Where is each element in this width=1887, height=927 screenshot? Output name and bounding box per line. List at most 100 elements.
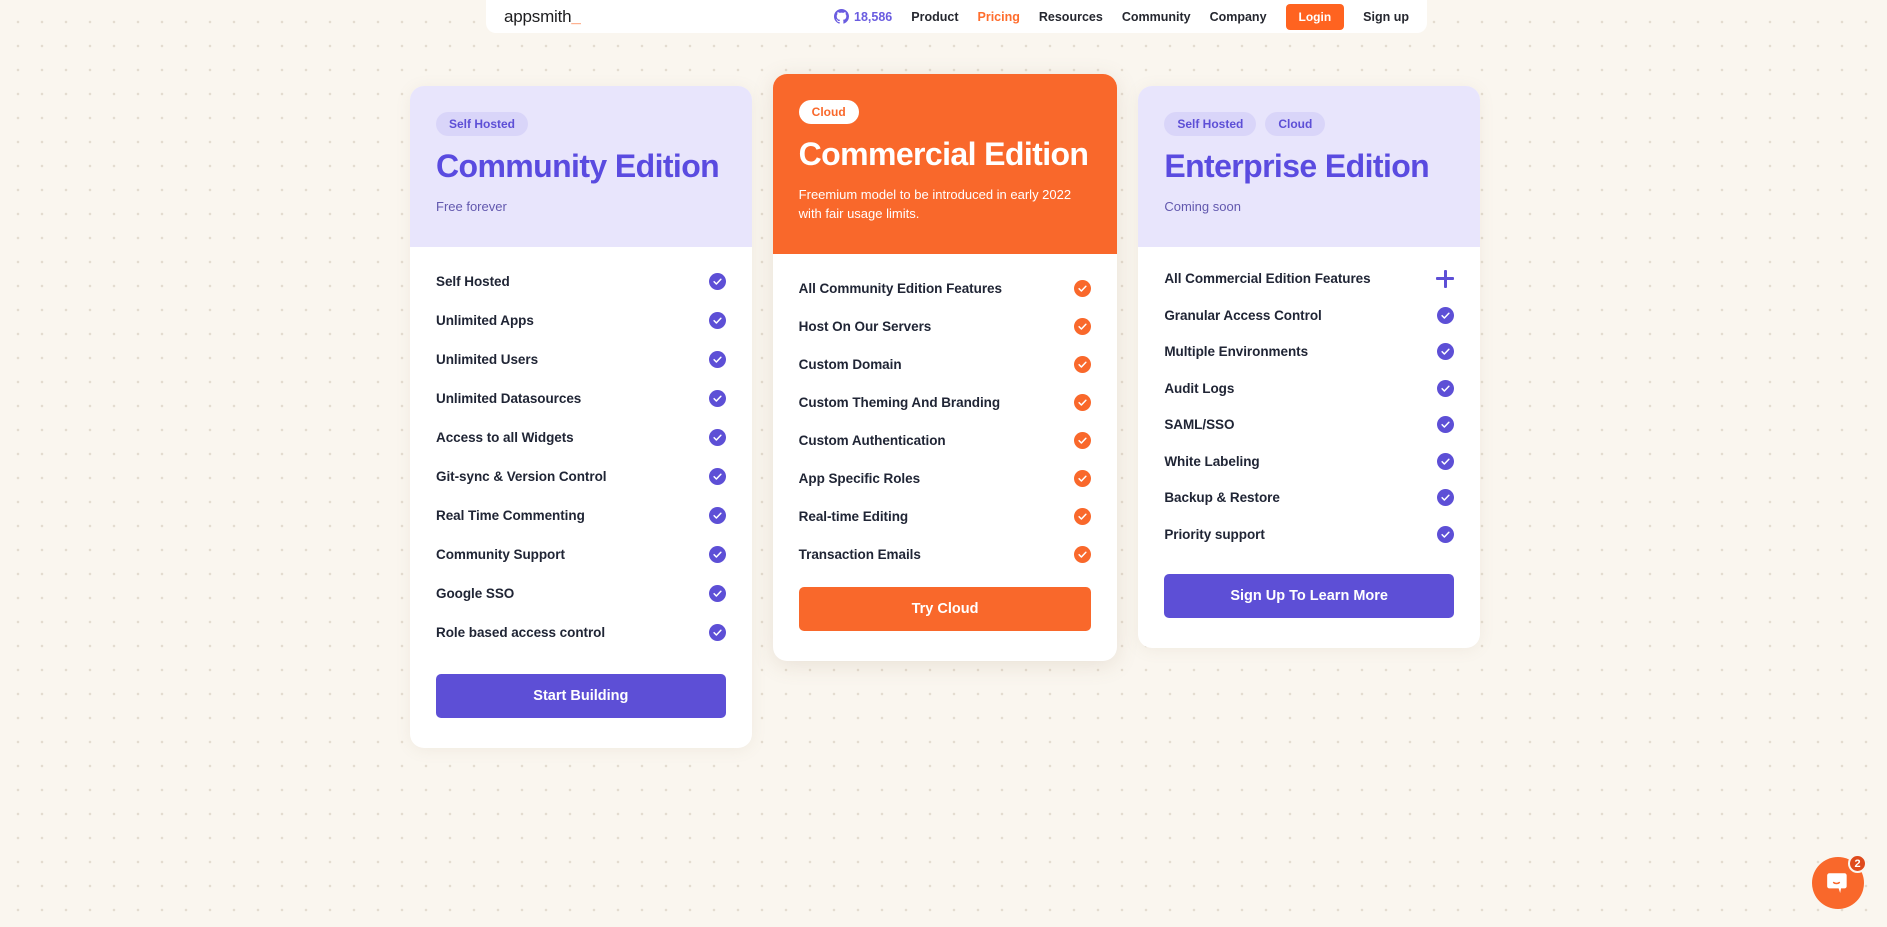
check-circle-icon [1074,470,1092,488]
feature-row: Self Hosted [436,271,726,293]
feature-label: Role based access control [436,625,606,641]
github-star-counter[interactable]: 18,586 [834,9,892,24]
feature-label: SAML/SSO [1164,417,1235,433]
feature-row: Backup & Restore [1164,487,1454,509]
check-circle-icon [1437,379,1454,397]
feature-row: SAML/SSO [1164,414,1454,436]
plan-header-commercial: Cloud Commercial Edition Freemium model … [772,74,1118,254]
plan-badges-enterprise: Self Hosted Cloud [1164,112,1454,136]
feature-label: Community Support [436,547,565,563]
nav-link-community[interactable]: Community [1122,10,1191,24]
feature-row: Unlimited Users [436,349,726,371]
plan-title-enterprise: Enterprise Edition [1164,148,1430,184]
github-icon [834,9,850,24]
check-circle-icon [708,507,726,525]
brand-cursor: _ [571,6,581,26]
feature-row: Custom Domain [799,354,1092,376]
feature-label: Real-time Editing [798,509,909,525]
feature-row: Multiple Environments [1164,341,1454,363]
try-cloud-button[interactable]: Try Cloud [798,586,1092,631]
login-button[interactable]: Login [1285,3,1345,30]
brand-name: appsmith [504,6,572,26]
check-circle-icon [1074,318,1092,336]
feature-label: Multiple Environments [1164,344,1309,360]
feature-label: Git-sync & Version Control [436,469,607,485]
feature-label: Unlimited Datasources [436,391,582,407]
feature-label: Unlimited Users [436,352,539,368]
check-circle-icon [708,429,726,447]
check-circle-icon [1074,280,1092,298]
check-circle-icon [1437,343,1454,361]
feature-row: App Specific Roles [799,468,1092,490]
feature-row: Unlimited Datasources [436,388,726,410]
feature-row: Role based access control [436,622,726,644]
feature-row: All Commercial Edition Features [1164,268,1454,290]
feature-row: All Community Edition Features [799,278,1092,300]
check-circle-icon [1074,508,1092,526]
feature-label: Custom Domain [798,357,902,373]
check-circle-icon [1074,546,1092,564]
badge-self-hosted: Self Hosted [1164,112,1257,136]
plan-header-enterprise: Self Hosted Cloud Enterprise Edition Com… [1138,86,1480,247]
check-circle-icon [1074,432,1092,450]
sign-up-to-learn-more-button[interactable]: Sign Up To Learn More [1164,574,1454,619]
nav-link-product[interactable]: Product [911,10,958,24]
feature-row: Access to all Widgets [436,427,726,449]
plan-features-enterprise: All Commercial Edition Features Granular… [1138,247,1480,649]
check-circle-icon [708,624,726,642]
check-circle-icon [1437,489,1454,507]
pricing-cards: Self Hosted Community Edition Free forev… [410,74,1480,748]
signup-link[interactable]: Sign up [1363,10,1409,24]
check-circle-icon [1437,416,1454,434]
check-circle-icon [1437,306,1454,324]
chat-launcher-button[interactable]: 2 [1812,854,1867,909]
navbar-right: 18,586 Product Pricing Resources Communi… [834,0,1409,33]
plan-title-community: Community Edition [436,148,720,184]
feature-label: Transaction Emails [798,547,921,563]
check-circle-icon [708,390,726,408]
check-circle-icon [708,312,726,330]
plan-subtitle-enterprise: Coming soon [1164,198,1241,214]
chat-unread-badge: 2 [1848,854,1867,873]
nav-link-resources[interactable]: Resources [1039,10,1103,24]
feature-row: Community Support [436,544,726,566]
nav-link-pricing[interactable]: Pricing [978,10,1020,24]
check-circle-icon [1074,394,1092,412]
feature-label: Priority support [1164,526,1265,542]
feature-row: Transaction Emails [799,544,1092,566]
feature-label: Real Time Commenting [436,508,585,524]
feature-label: Custom Authentication [798,433,946,449]
navbar: appsmith_ 18,586 Product Pricing Resourc… [486,0,1427,33]
nav-link-company[interactable]: Company [1210,10,1267,24]
feature-label: Granular Access Control [1164,307,1322,323]
feature-row: Custom Authentication [799,430,1092,452]
feature-label: Custom Theming And Branding [798,395,1001,411]
plan-subtitle-commercial: Freemium model to be introduced in early… [798,186,1072,221]
feature-label: Host On Our Servers [798,319,932,335]
feature-row: Unlimited Apps [436,310,726,332]
feature-label: Backup & Restore [1164,490,1280,506]
check-circle-icon [708,546,726,564]
feature-row: Host On Our Servers [799,316,1092,338]
badge-cloud: Cloud [798,100,859,124]
plan-card-enterprise: Self Hosted Cloud Enterprise Edition Com… [1138,86,1480,649]
feature-label: All Community Edition Features [798,281,1002,297]
check-circle-icon [708,351,726,369]
feature-row: White Labeling [1164,450,1454,472]
chat-bubble-icon [1825,870,1851,896]
feature-label: Access to all Widgets [436,430,574,446]
feature-label: All Commercial Edition Features [1164,271,1371,287]
feature-row: Real Time Commenting [436,505,726,527]
plan-badges-community: Self Hosted [436,112,726,136]
check-circle-icon [708,273,726,291]
plan-badges-commercial: Cloud [798,100,1092,124]
brand-logo[interactable]: appsmith_ [504,7,581,27]
check-circle-icon [1074,356,1092,374]
feature-row: Custom Theming And Branding [799,392,1092,414]
feature-row: Git-sync & Version Control [436,466,726,488]
feature-label: Unlimited Apps [436,313,534,329]
github-star-count: 18,586 [854,9,893,24]
start-building-button[interactable]: Start Building [436,673,726,718]
check-circle-icon [708,585,726,603]
feature-row: Real-time Editing [799,506,1092,528]
